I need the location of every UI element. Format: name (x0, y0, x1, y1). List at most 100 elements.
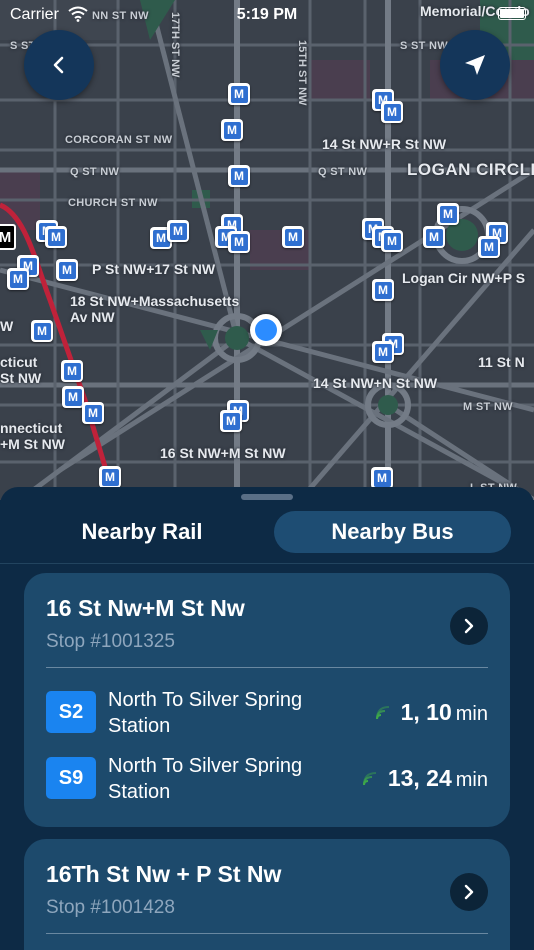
sheet-grabber[interactable] (241, 494, 293, 500)
bus-stop-marker[interactable]: M (220, 410, 242, 432)
bus-stop-marker[interactable]: M (82, 402, 104, 424)
bus-stop-glyph: M (383, 232, 401, 250)
chevron-right-icon (464, 884, 474, 900)
status-bar: Carrier 5:19 PM (0, 0, 534, 30)
bus-stop-glyph: M (425, 228, 443, 246)
route-badge: S9 (46, 757, 96, 799)
stop-detail-button[interactable] (450, 607, 488, 645)
user-location-dot (250, 314, 282, 346)
bus-stop-glyph: M (439, 205, 457, 223)
bus-stop-marker[interactable]: M (381, 230, 403, 252)
bus-stop-glyph: M (230, 85, 248, 103)
back-button[interactable] (24, 30, 94, 100)
tab-nearby-rail[interactable]: Nearby Rail (22, 511, 262, 553)
location-arrow-icon (465, 55, 485, 75)
map-label-conn-bot-1: nnecticut (0, 420, 63, 436)
tabs-divider (0, 563, 534, 564)
route-row[interactable]: S2 North To Silver Spring Station 1, 10 … (46, 687, 488, 739)
chevron-left-icon (53, 56, 64, 74)
map-label-14-n: 14 St NW+N St NW (313, 375, 438, 391)
clock: 5:19 PM (236, 6, 298, 23)
route-destination: North To Silver Spring Station (108, 755, 303, 803)
arrival-times: 13, 24 (387, 765, 452, 791)
bus-stop-glyph: M (374, 343, 392, 361)
route-arrivals: 1, 10 min (375, 699, 488, 726)
stop-number: Stop #1001428 (46, 897, 175, 918)
bus-stop-marker[interactable]: M (167, 220, 189, 242)
map-label-s-st-right: S ST NW (400, 40, 448, 52)
nearby-tabs: Nearby Rail Nearby Bus (0, 509, 534, 557)
bus-stop-glyph: M (64, 388, 82, 406)
bus-stop-glyph: M (230, 167, 248, 185)
map-label-church: CHURCH ST NW (68, 197, 158, 209)
chevron-right-icon (464, 618, 474, 634)
route-row[interactable]: S9 North To Silver Spring Station 13, 24… (46, 753, 488, 805)
bus-stop-marker[interactable]: M (282, 226, 304, 248)
map-label-corcoran: CORCORAN ST NW (65, 134, 173, 146)
card-divider (46, 933, 488, 934)
bus-stop-glyph: M (33, 322, 51, 340)
route-destination: North To Silver Spring Station (108, 689, 303, 737)
bus-stop-marker[interactable]: M (221, 119, 243, 141)
bus-stop-glyph: M (101, 468, 119, 486)
bus-stop-marker[interactable]: M (372, 279, 394, 301)
bus-stop-marker[interactable]: M (62, 386, 84, 408)
stop-card[interactable]: 16 St Nw+M St Nw Stop #1001325 S2 North … (24, 573, 510, 827)
map-label-conn-bot-2: +M St NW (0, 436, 65, 452)
bus-stop-marker[interactable]: M (437, 203, 459, 225)
bus-stop-marker[interactable]: M (371, 467, 393, 489)
bus-stop-glyph: M (222, 412, 240, 430)
bus-stop-marker[interactable]: M (56, 259, 78, 281)
map-label-mass-2: Av NW (70, 309, 115, 325)
map-label-conn-top-2: St NW (0, 370, 42, 386)
route-badge: S2 (46, 691, 96, 733)
map-label-14-r: 14 St NW+R St NW (322, 136, 447, 152)
bus-stop-glyph: M (9, 270, 27, 288)
stop-card[interactable]: 16Th St Nw + P St Nw Stop #1001428 (24, 839, 510, 950)
tab-nearby-bus[interactable]: Nearby Bus (274, 511, 511, 553)
map-label-mass-1: 18 St NW+Massachusetts (70, 293, 240, 309)
bus-stop-marker[interactable]: M (7, 268, 29, 290)
arrival-unit: min (455, 769, 488, 791)
map-view[interactable]: CORCORAN ST NW Q ST NW Q ST NW CHURCH ST… (0, 0, 534, 500)
bus-stop-marker[interactable]: M (372, 341, 394, 363)
battery-icon (498, 7, 526, 20)
metro-station-marker[interactable]: M (0, 224, 16, 250)
bus-stop-glyph: M (223, 121, 241, 139)
card-divider (46, 667, 488, 668)
bus-stop-glyph: M (58, 261, 76, 279)
bus-stop-glyph: M (84, 404, 102, 422)
map-label-q-st: Q ST NW (70, 166, 120, 178)
bus-stop-marker[interactable]: M (31, 320, 53, 342)
stop-name: 16Th St Nw + P St Nw (46, 861, 282, 887)
bus-stop-marker[interactable]: M (228, 83, 250, 105)
map-label-m-st: M ST NW (463, 401, 513, 413)
bus-stop-marker[interactable]: M (381, 101, 403, 123)
realtime-signal-icon (375, 705, 389, 719)
bus-stop-marker[interactable]: M (45, 226, 67, 248)
bus-stop-glyph: M (63, 362, 81, 380)
map-label-logan-cir-p: Logan Cir NW+P S (402, 270, 526, 286)
bus-stop-marker[interactable]: M (478, 236, 500, 258)
arrival-unit: min (455, 703, 488, 725)
bus-stop-marker[interactable]: M (423, 226, 445, 248)
bus-stop-marker[interactable]: M (228, 231, 250, 253)
bus-stop-marker[interactable]: M (61, 360, 83, 382)
bus-stop-glyph: M (284, 228, 302, 246)
bus-stop-glyph: M (47, 228, 65, 246)
map-label-p-17: P St NW+17 St NW (92, 261, 216, 277)
bus-stop-glyph: M (480, 238, 498, 256)
map-label-conn-top-1: cticut (0, 354, 38, 370)
stop-detail-button[interactable] (450, 873, 488, 911)
arrival-times: 1, 10 (400, 699, 452, 725)
map-label-w: W (0, 318, 14, 334)
map-label-logan-circle: LOGAN CIRCLE (407, 160, 534, 179)
bus-stop-glyph: M (383, 103, 401, 121)
bus-stop-glyph: M (373, 469, 391, 487)
locate-me-button[interactable] (440, 30, 510, 100)
map-label-11-st: 11 St N (478, 354, 525, 370)
bus-stop-marker[interactable]: M (99, 466, 121, 488)
bus-stop-glyph: M (230, 233, 248, 251)
stop-number: Stop #1001325 (46, 631, 175, 652)
bus-stop-marker[interactable]: M (228, 165, 250, 187)
